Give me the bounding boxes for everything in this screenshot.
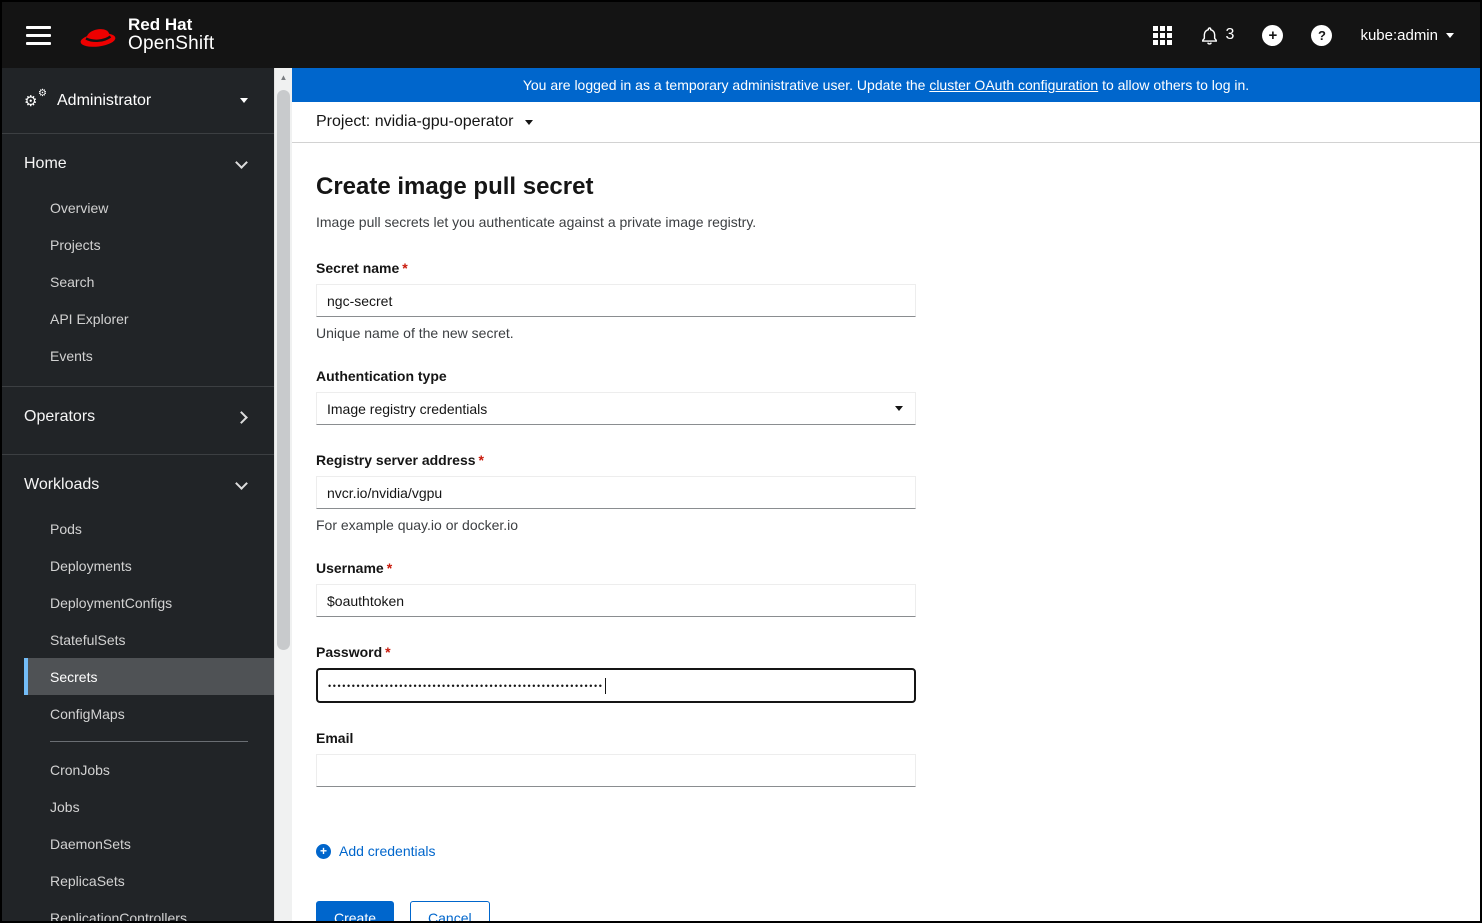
password-label: Password * — [316, 644, 391, 660]
sidebar-scrollbar[interactable]: ▲ — [274, 68, 292, 921]
create-image-pull-secret-page: Create image pull secret Image pull secr… — [292, 143, 1480, 921]
nav-divider — [50, 741, 248, 742]
menu-toggle-button[interactable] — [26, 22, 51, 49]
username-input[interactable] — [316, 584, 916, 617]
nav-group-home-toggle[interactable]: Home — [2, 139, 274, 189]
app-launcher-button[interactable] — [1152, 25, 1172, 45]
sidebar-item-projects[interactable]: Projects — [24, 226, 274, 263]
required-asterisk: * — [386, 560, 393, 576]
chevron-down-icon — [1446, 32, 1454, 38]
redhat-fedora-icon — [80, 29, 116, 47]
page-title: Create image pull secret — [316, 173, 594, 200]
password-field-group: Password * ••••••••••••••••••••••••••••••… — [316, 644, 916, 703]
sidebar-item-deploymentconfigs[interactable]: DeploymentConfigs — [24, 584, 274, 621]
email-field-group: Email — [316, 730, 916, 787]
authentication-type-value: Image registry credentials — [327, 400, 488, 417]
secret-name-help: Unique name of the new secret. — [316, 325, 514, 341]
sidebar-item-cronjobs[interactable]: CronJobs — [24, 751, 274, 788]
chevron-down-icon — [235, 476, 248, 490]
help-button[interactable]: ? — [1311, 24, 1333, 46]
sidebar-item-search[interactable]: Search — [24, 263, 274, 300]
sidebar-item-pods[interactable]: Pods — [24, 510, 274, 547]
sidebar-item-deployments[interactable]: Deployments — [24, 547, 274, 584]
nav-group-workloads-toggle[interactable]: Workloads — [2, 460, 274, 510]
sidebar-item-jobs[interactable]: Jobs — [24, 788, 274, 825]
registry-server-field-group: Registry server address* For example qua… — [316, 452, 916, 533]
user-menu[interactable]: kube:admin — [1360, 27, 1454, 44]
notifications-button[interactable]: 3 — [1200, 26, 1235, 45]
add-credentials-button[interactable]: + Add credentials — [316, 843, 436, 859]
plus-circle-icon: + — [1262, 24, 1284, 46]
plus-circle-icon: + — [316, 843, 331, 859]
username-label: Username * — [316, 560, 393, 576]
password-input[interactable]: ••••••••••••••••••••••••••••••••••••••••… — [316, 668, 916, 703]
authentication-type-label: Authentication type — [316, 368, 447, 384]
caret-down-icon — [895, 406, 903, 411]
add-credentials-label: Add credentials — [339, 843, 436, 859]
brand-line1: Red Hat — [128, 14, 193, 34]
redhat-openshift-logo: Red Hat OpenShift — [77, 14, 215, 55]
create-button[interactable]: Create — [316, 901, 395, 921]
registry-server-help: For example quay.io or docker.io — [316, 517, 519, 533]
app-window: Red Hat OpenShift 3 + ? kube:admin ⚙ ⚙ A… — [0, 0, 1482, 923]
perspective-switcher[interactable]: ⚙ ⚙ Administrator — [2, 68, 274, 134]
banner-text-after: to allow others to log in. — [1098, 77, 1250, 93]
secret-name-input[interactable] — [316, 284, 916, 317]
text-cursor — [604, 677, 606, 694]
sidebar-item-daemonsets[interactable]: DaemonSets — [24, 825, 274, 862]
question-circle-icon: ? — [1311, 24, 1333, 46]
required-asterisk: * — [478, 452, 484, 468]
project-selector[interactable]: Project: nvidia-gpu-operator — [316, 113, 513, 131]
sidebar-item-configmaps[interactable]: ConfigMaps — [24, 695, 274, 732]
password-masked-value: ••••••••••••••••••••••••••••••••••••••••… — [328, 680, 604, 691]
notification-count: 3 — [1225, 26, 1235, 43]
scrollbar-up-arrow-icon[interactable]: ▲ — [275, 68, 292, 82]
registry-server-label: Registry server address * — [316, 452, 484, 468]
secret-name-label: Secret name * — [316, 260, 408, 276]
sidebar-item-api-explorer[interactable]: API Explorer — [24, 300, 274, 337]
temp-admin-banner: You are logged in as a temporary adminis… — [292, 68, 1480, 102]
sidebar-item-secrets[interactable]: Secrets — [24, 658, 274, 695]
project-bar: Project: nvidia-gpu-operator — [292, 102, 1480, 143]
form-actions: Create Cancel — [316, 901, 1456, 921]
masthead: Red Hat OpenShift 3 + ? kube:admin — [2, 2, 1480, 68]
chevron-right-icon — [235, 410, 248, 424]
sidebar-nav: ⚙ ⚙ Administrator Home Overview Projects… — [2, 68, 274, 921]
bell-icon — [1201, 26, 1217, 45]
sidebar-item-statefulsets[interactable]: StatefulSets — [24, 621, 274, 658]
username: kube:admin — [1360, 26, 1438, 44]
authentication-type-field-group: Authentication type Image registry crede… — [316, 368, 916, 425]
registry-server-input[interactable] — [316, 476, 916, 509]
username-field-group: Username * — [316, 560, 916, 617]
page-description: Image pull secrets let you authenticate … — [316, 214, 757, 230]
email-label: Email — [316, 730, 354, 746]
email-input[interactable] — [316, 754, 916, 787]
main-area: You are logged in as a temporary adminis… — [292, 68, 1480, 921]
perspective-label: Administrator — [57, 91, 152, 109]
app-launcher-grid-icon — [1152, 25, 1172, 45]
sidebar-item-replicationcontrollers[interactable]: ReplicationControllers — [24, 899, 274, 922]
nav-group-home: Home Overview Projects Search API Explor… — [2, 134, 274, 386]
brand-line2: OpenShift — [128, 32, 215, 54]
chevron-down-icon — [235, 155, 248, 169]
caret-down-icon — [240, 98, 248, 103]
nav-group-operators: Operators — [2, 386, 274, 454]
sidebar-item-replicasets[interactable]: ReplicaSets — [24, 862, 274, 899]
sidebar-item-events[interactable]: Events — [24, 337, 274, 374]
cancel-button[interactable]: Cancel — [410, 901, 490, 921]
caret-down-icon[interactable] — [525, 119, 534, 125]
authentication-type-select[interactable]: Image registry credentials — [316, 392, 916, 425]
banner-text-before: You are logged in as a temporary adminis… — [522, 77, 930, 93]
cogs-icon: ⚙ ⚙ — [24, 87, 47, 110]
cluster-oauth-configuration-link[interactable]: cluster OAuth configuration — [929, 77, 1098, 93]
required-asterisk: * — [385, 644, 391, 660]
sidebar-item-overview[interactable]: Overview — [24, 189, 274, 226]
nav-group-operators-toggle[interactable]: Operators — [2, 392, 274, 442]
required-asterisk: * — [402, 260, 408, 276]
secret-name-field-group: Secret name* Unique name of the new secr… — [316, 260, 916, 341]
nav-group-workloads: Workloads Pods Deployments DeploymentCon… — [2, 454, 274, 921]
import-yaml-button[interactable]: + — [1262, 24, 1284, 46]
scrollbar-thumb[interactable] — [277, 90, 290, 650]
